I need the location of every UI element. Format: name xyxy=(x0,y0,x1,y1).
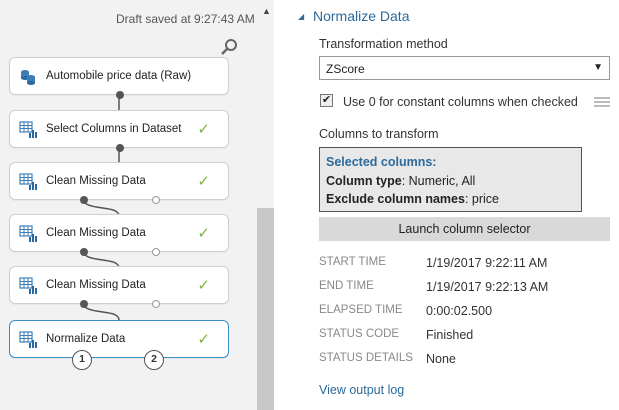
info-value: 1/19/2017 9:22:13 AM xyxy=(426,280,549,294)
module-label: Normalize Data xyxy=(46,333,126,345)
properties-panel: ◢ Normalize Data Transformation method Z… xyxy=(280,0,619,410)
column-type-line: Column type: Numeric, All xyxy=(326,174,475,188)
launch-column-selector-button[interactable]: Launch column selector xyxy=(319,217,610,241)
transformation-method-select[interactable]: ZScore ▼ xyxy=(319,56,610,80)
exclude-columns-key: Exclude column names xyxy=(326,192,465,206)
info-key: START TIME xyxy=(319,256,386,268)
module-clean-missing-data-3[interactable]: Clean Missing Data ✓ xyxy=(9,266,229,308)
menu-icon[interactable] xyxy=(594,96,610,108)
constant-columns-checkbox[interactable]: ✔ xyxy=(320,94,333,107)
info-value: Finished xyxy=(426,328,474,342)
output-port-empty[interactable] xyxy=(152,196,160,204)
info-key: ELAPSED TIME xyxy=(319,304,403,316)
output-port[interactable] xyxy=(116,91,124,99)
collapse-icon[interactable]: ▲ xyxy=(262,6,271,16)
module-label: Clean Missing Data xyxy=(46,227,146,239)
search-icon[interactable] xyxy=(220,38,238,56)
dropdown-arrow-icon: ▼ xyxy=(593,62,603,73)
collapse-section-icon[interactable]: ◢ xyxy=(298,12,304,21)
module-icon xyxy=(19,121,37,138)
output-port[interactable] xyxy=(80,248,88,256)
exclude-columns-value: : price xyxy=(464,192,499,206)
info-key: STATUS CODE xyxy=(319,328,400,340)
output-port[interactable] xyxy=(80,300,88,308)
dataset-icon xyxy=(21,70,35,85)
output-port-empty[interactable] xyxy=(152,248,160,256)
draft-status: Draft saved at 9:27:43 AM xyxy=(116,12,255,26)
output-port-2[interactable]: 2 xyxy=(144,350,164,370)
panel-title[interactable]: Normalize Data xyxy=(313,8,409,24)
check-icon: ✓ xyxy=(197,121,210,138)
columns-to-transform-label: Columns to transform xyxy=(319,127,439,141)
view-output-log-link[interactable]: View output log xyxy=(319,383,404,397)
info-value: 1/19/2017 9:22:11 AM xyxy=(426,256,548,270)
module-normalize-data[interactable]: Normalize Data ✓ 1 2 xyxy=(9,320,229,370)
info-value: 0:00:02.500 xyxy=(426,304,493,318)
constant-columns-label: Use 0 for constant columns when checked xyxy=(343,95,578,109)
canvas-scrollbar[interactable] xyxy=(257,208,274,410)
check-icon: ✓ xyxy=(197,173,210,190)
output-port[interactable] xyxy=(80,196,88,204)
exclude-columns-line: Exclude column names: price xyxy=(326,192,499,206)
output-port[interactable] xyxy=(116,144,124,152)
transformation-method-label: Transformation method xyxy=(319,37,448,51)
module-icon xyxy=(19,225,37,242)
module-label: Automobile price data (Raw) xyxy=(46,70,192,82)
module-label: Select Columns in Dataset xyxy=(46,123,182,135)
module-clean-missing-data-2[interactable]: Clean Missing Data ✓ xyxy=(9,214,229,256)
info-key: END TIME xyxy=(319,280,374,292)
module-icon xyxy=(19,331,37,348)
module-label: Clean Missing Data xyxy=(46,175,146,187)
info-value: None xyxy=(426,352,456,366)
check-icon: ✓ xyxy=(197,225,210,242)
output-port-1[interactable]: 1 xyxy=(72,350,92,370)
module-icon xyxy=(19,173,37,190)
column-type-key: Column type xyxy=(326,174,402,188)
module-clean-missing-data-1[interactable]: Clean Missing Data ✓ xyxy=(9,162,229,204)
check-icon: ✓ xyxy=(197,331,210,348)
module-select-columns[interactable]: Select Columns in Dataset ✓ xyxy=(9,110,229,152)
selected-columns-heading: Selected columns: xyxy=(326,155,437,169)
module-automobile-price-data[interactable]: Automobile price data (Raw) xyxy=(9,57,229,99)
module-label: Clean Missing Data xyxy=(46,279,146,291)
experiment-canvas[interactable]: Draft saved at 9:27:43 AM ▲ Automobile p… xyxy=(0,0,274,410)
transformation-method-value: ZScore xyxy=(326,62,365,76)
info-key: STATUS DETAILS xyxy=(319,352,413,364)
module-icon xyxy=(19,277,37,294)
column-type-value: : Numeric, All xyxy=(401,174,476,188)
output-port-empty[interactable] xyxy=(152,300,160,308)
check-icon: ✓ xyxy=(197,277,210,294)
selected-columns-box: Selected columns: Column type: Numeric, … xyxy=(319,147,582,212)
